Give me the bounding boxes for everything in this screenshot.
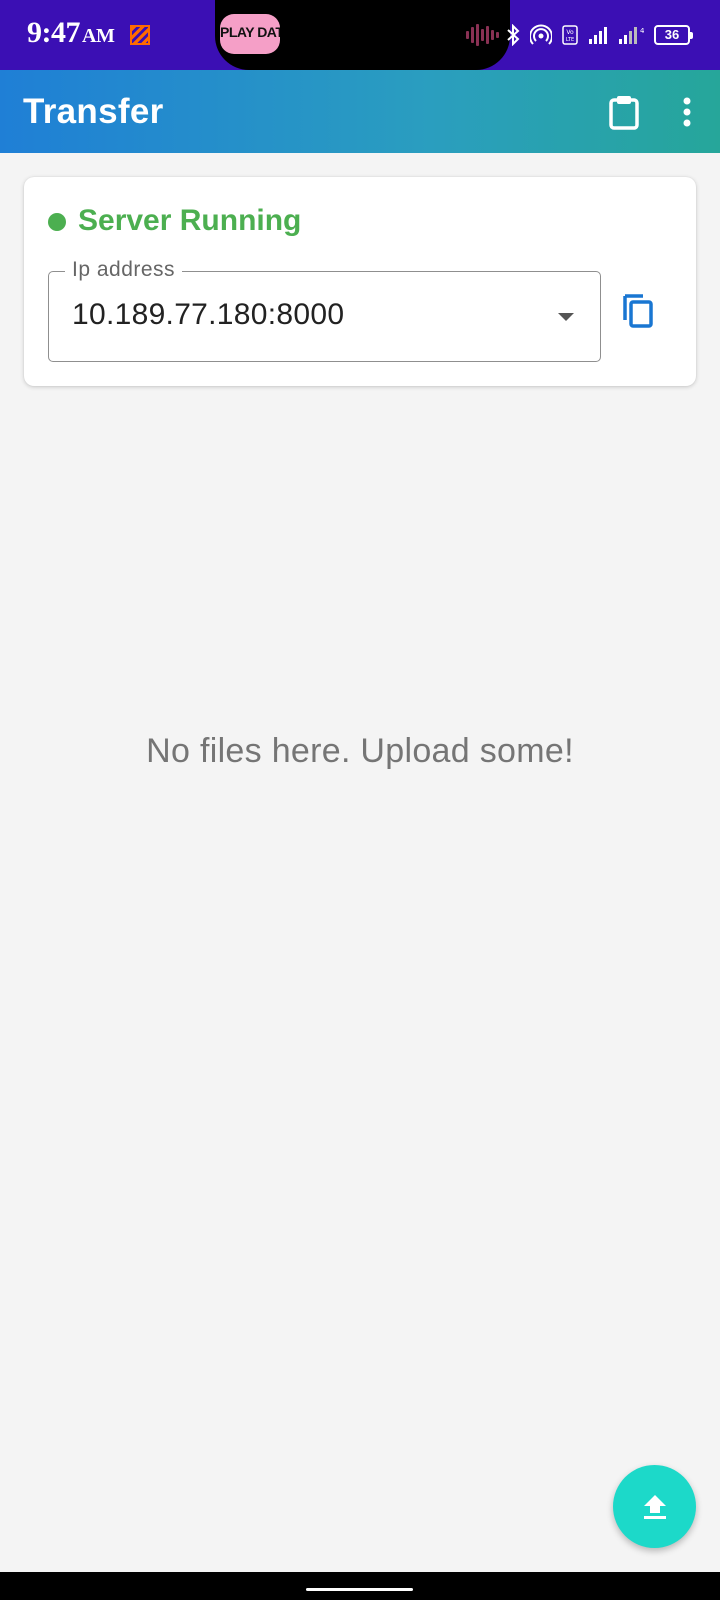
status-icons: Vo LTE 4G 36: [506, 20, 693, 50]
page-title: Transfer: [23, 92, 164, 131]
system-nav-bar: [0, 1572, 720, 1600]
svg-text:LTE: LTE: [566, 37, 574, 43]
empty-files-message: No files here. Upload some!: [146, 732, 574, 770]
upload-icon: [643, 1494, 666, 1519]
status-time-value: 9:47: [27, 16, 81, 49]
svg-text:Vo: Vo: [566, 29, 574, 36]
server-card: Server Running Ip address 10.189.77.180:…: [24, 177, 696, 386]
clipboard-button[interactable]: [601, 89, 647, 135]
upload-button[interactable]: [613, 1465, 696, 1548]
signal-icon: [589, 27, 607, 44]
server-status-dot: [48, 213, 66, 231]
battery-icon: 36: [654, 25, 693, 45]
hotspot-icon: [530, 24, 552, 45]
status-bar: 9:47AM PLAY DATE Vo LTE: [0, 0, 720, 70]
volte-icon: Vo LTE: [562, 25, 578, 45]
status-time: 9:47 AM: [27, 16, 115, 50]
more-vert-icon: [683, 97, 691, 127]
server-status-label: Server Running: [78, 204, 302, 237]
notification-icon: [130, 25, 150, 45]
signal-4g-icon: 4G: [619, 27, 644, 44]
bluetooth-icon: [507, 24, 520, 46]
copy-icon: [623, 294, 653, 328]
ip-address-dropdown[interactable]: Ip address 10.189.77.180:8000: [48, 258, 601, 362]
dropdown-arrow-icon: [558, 313, 574, 321]
clipboard-icon: [609, 96, 639, 130]
svg-text:4G: 4G: [640, 27, 644, 35]
status-time-ampm: AM: [82, 25, 115, 47]
audio-wave-icon: [466, 24, 499, 46]
media-thumbnail: PLAY DATE: [220, 14, 280, 54]
ip-address-value: 10.189.77.180:8000: [72, 298, 345, 331]
copy-ip-button[interactable]: [615, 287, 661, 333]
home-indicator[interactable]: [306, 1588, 413, 1591]
more-options-button[interactable]: [664, 89, 710, 135]
app-bar: Transfer: [0, 70, 720, 153]
ip-address-label: Ip address: [65, 258, 183, 282]
